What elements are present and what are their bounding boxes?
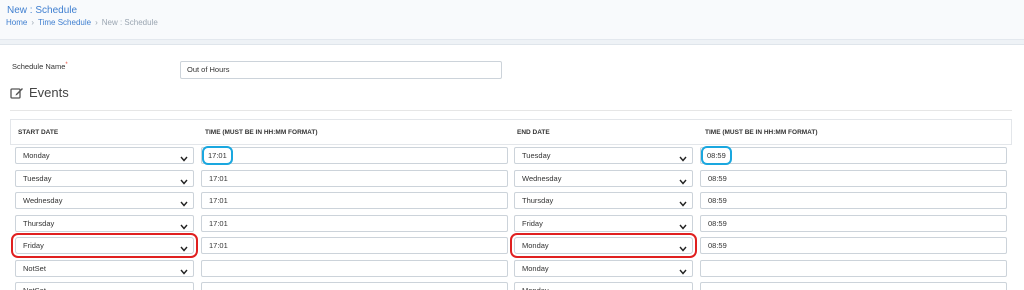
start-day-select-value: Thursday [23,218,55,228]
end-day-select-value: Monday [522,286,549,290]
column-header-end-date: END DATE [517,129,550,136]
start-day-select-value: NotSet [23,263,46,273]
end-day-select[interactable]: Monday [514,282,693,290]
breadcrumb-time-schedule[interactable]: Time Schedule [38,18,91,27]
start-day-select[interactable]: Wednesday [15,192,194,209]
start-time-input[interactable]: 17:01 [201,146,508,165]
chevron-down-icon [180,152,188,167]
chevron-down-icon [180,197,188,212]
start-time-input[interactable]: 17:01 [201,169,508,187]
breadcrumb-home[interactable]: Home [6,18,27,27]
start-day-select[interactable]: Monday [15,147,194,164]
end-day-select-value: Friday [522,218,543,228]
chevron-down-icon [180,175,188,190]
events-table: START DATE TIME (MUST BE IN HH:MM FORMAT… [10,119,1012,145]
end-day-select[interactable]: Thursday [514,192,693,209]
start-time-input-value: 17:01 [209,241,228,250]
chevron-down-icon [679,220,687,235]
edit-icon [10,87,23,99]
start-day-select-value: NotSet [23,286,46,290]
start-time-input[interactable]: 17:01 [201,214,508,232]
start-time-input-value: 17:01 [202,146,233,165]
schedule-name-label-text: Schedule Name [12,62,66,71]
start-day-select-value: Wednesday [23,196,63,205]
end-time-input-value: 08:59 [708,241,727,250]
events-title: Events [29,85,69,100]
schedule-name-label: Schedule Name* [12,62,68,71]
end-time-input[interactable]: 08:59 [700,237,1007,254]
end-day-select[interactable]: Wednesday [514,169,693,190]
chevron-right-icon: › [31,18,35,27]
end-day-select-value: Tuesday [522,151,551,160]
chevron-down-icon [180,220,188,235]
start-day-select[interactable]: Tuesday [15,169,194,190]
end-day-select[interactable]: Friday [514,214,693,235]
chevron-down-icon [180,265,188,280]
end-time-input[interactable]: 08:59 [700,192,1007,209]
start-day-select-value: Monday [23,151,50,160]
end-time-input-value: 08:59 [708,196,727,205]
end-time-input-value: 08:59 [701,146,732,165]
start-day-select-value: Tuesday [23,173,52,183]
end-time-input-value: 08:59 [708,218,727,228]
end-time-input[interactable] [700,282,1007,290]
start-time-input[interactable] [201,259,508,277]
end-day-select[interactable]: Monday [510,233,697,258]
table-header: START DATE TIME (MUST BE IN HH:MM FORMAT… [11,120,1011,145]
end-time-input-value: 08:59 [708,173,727,183]
chevron-down-icon [679,197,687,212]
events-heading: Events [10,85,69,100]
column-header-start-time: TIME (MUST BE IN HH:MM FORMAT) [205,129,318,136]
column-header-end-time: TIME (MUST BE IN HH:MM FORMAT) [705,129,818,136]
chevron-down-icon [679,175,687,190]
end-day-select[interactable]: Tuesday [514,147,693,164]
chevron-down-icon [679,242,687,257]
required-mark: * [65,62,68,68]
column-header-start-date: START DATE [18,129,59,136]
start-time-input-value: 17:01 [209,218,228,228]
divider [10,110,1012,111]
chevron-down-icon [679,265,687,280]
chevron-down-icon [180,242,188,257]
end-time-input[interactable]: 08:59 [700,146,1007,165]
end-day-select-value: Wednesday [522,173,562,183]
start-time-input[interactable]: 17:01 [201,192,508,209]
start-day-select[interactable]: NotSet [15,282,194,290]
end-day-select-value: Monday [522,241,549,250]
schedule-name-input[interactable]: Out of Hours [180,61,502,79]
end-time-input[interactable]: 08:59 [700,214,1007,232]
chevron-right-icon: › [95,18,98,27]
page-header: New : Schedule Home › Time Schedule › Ne… [0,0,1024,40]
start-time-input[interactable] [201,282,508,290]
start-day-select[interactable]: Thursday [15,214,194,235]
breadcrumb-current: New : Schedule [101,18,158,27]
end-day-select-value: Thursday [522,196,554,205]
start-day-select[interactable]: NotSet [15,259,194,280]
start-time-input-value: 17:01 [209,173,228,183]
start-time-input[interactable]: 17:01 [201,237,508,254]
end-time-input[interactable] [700,259,1007,277]
end-day-select[interactable]: Monday [514,259,693,280]
start-day-select-value: Friday [23,241,44,250]
end-day-select-value: Monday [522,263,549,273]
start-day-select[interactable]: Friday [11,233,198,258]
start-time-input-value: 17:01 [209,196,228,205]
chevron-down-icon [679,152,687,167]
end-time-input[interactable]: 08:59 [700,169,1007,187]
breadcrumb: Home › Time Schedule › New : Schedule [6,18,158,27]
page-title: New : Schedule [7,5,78,16]
